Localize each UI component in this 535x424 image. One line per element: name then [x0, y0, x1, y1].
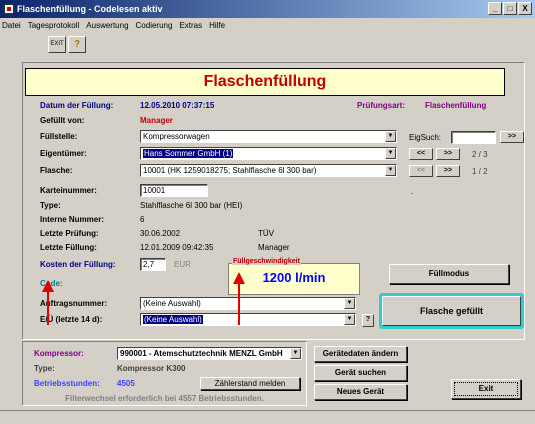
- kompressor-value: 990001 - Atemschutztechnik MENZL GmbH: [120, 349, 283, 358]
- toolbar: EXIT ?: [0, 32, 535, 58]
- letzte-pruefung-label: Letzte Prüfung:: [40, 229, 99, 238]
- auftrag-label: Auftragsnummer:: [40, 299, 108, 308]
- datum-value: 12.05.2010 07:37:15: [140, 101, 215, 110]
- menu-tagesprotokoll[interactable]: Tagesprotokoll: [28, 21, 80, 30]
- exit-button[interactable]: Exit: [451, 379, 521, 399]
- fill-speed-value: 1200 l/min: [262, 270, 326, 285]
- page-title: Flaschenfüllung: [25, 68, 505, 96]
- eu-label: E/Ü (letzte 14 d):: [40, 315, 103, 324]
- auftrag-select[interactable]: (Keine Auswahl) ▼: [140, 297, 356, 310]
- title-bar: Flaschenfüllung - Codelesen aktiv: [0, 0, 535, 18]
- flasche-gefuellt-button[interactable]: Flasche gefüllt: [379, 293, 524, 329]
- help-icon[interactable]: ?: [68, 36, 86, 53]
- karteinummer-input[interactable]: 10001: [140, 184, 208, 197]
- minimize-button[interactable]: _: [488, 2, 502, 15]
- compressor-type-value: Kompressor K300: [117, 364, 186, 373]
- kompressor-select[interactable]: 990001 - Atemschutztechnik MENZL GmbH ▼: [117, 347, 302, 360]
- red-arrow-shaft-2: [238, 283, 240, 325]
- menu-extras[interactable]: Extras: [179, 21, 202, 30]
- type-value: Stahlflasche 6l 300 bar (HEI): [140, 201, 243, 210]
- compressor-type-label: Type:: [34, 364, 55, 373]
- eigsuch-go-button[interactable]: >>: [500, 131, 524, 143]
- menu-datei[interactable]: Datei: [2, 21, 21, 30]
- type-label: Type:: [40, 201, 61, 210]
- kompressor-label: Kompressor:: [34, 349, 84, 358]
- gefuellt-label: Gefüllt von:: [40, 116, 85, 125]
- pruefungsart-value: Flaschenfüllung: [425, 101, 487, 110]
- chevron-down-icon[interactable]: ▼: [385, 148, 396, 159]
- interne-value: 6: [140, 215, 145, 224]
- close-button[interactable]: X: [518, 2, 532, 15]
- menu-codierung[interactable]: Codierung: [136, 21, 173, 30]
- dot-mark: .: [411, 187, 414, 196]
- auftrag-value: (Keine Auswahl): [143, 299, 201, 308]
- window-title: Flaschenfüllung - Codelesen aktiv: [17, 4, 163, 14]
- maximize-button[interactable]: □: [503, 2, 517, 15]
- flasche-counter: 1 / 2: [472, 167, 488, 176]
- eigentuemer-value: Hans Sommer GmbH (1): [143, 149, 234, 158]
- eu-value: (Keine Auswahl): [143, 315, 203, 324]
- fill-speed-label: Füllgeschwindigkeit: [232, 258, 301, 265]
- chevron-down-icon[interactable]: ▼: [290, 348, 301, 359]
- window-controls: _ □ X: [488, 2, 532, 15]
- status-bar: [0, 410, 535, 424]
- eig-next-button[interactable]: >>: [436, 148, 460, 160]
- red-arrow-shaft-1: [47, 291, 49, 325]
- chevron-down-icon[interactable]: ▼: [385, 131, 396, 142]
- exit-toolbar-button[interactable]: EXIT: [48, 36, 66, 53]
- menu-hilfe[interactable]: Hilfe: [209, 21, 225, 30]
- kosten-input[interactable]: 2,7: [140, 258, 166, 271]
- fuellmodus-button[interactable]: Füllmodus: [389, 264, 509, 284]
- fuellstelle-select[interactable]: Kompressorwagen ▼: [140, 130, 397, 143]
- flasche-select[interactable]: 10001 (HK 1259018275; Stahlflasche 6l 30…: [140, 164, 397, 177]
- karteinummer-label: Karteinummer:: [40, 186, 97, 195]
- eig-prev-button[interactable]: <<: [409, 148, 433, 160]
- betrieb-value: 4505: [117, 379, 135, 388]
- kosten-unit: EUR: [174, 260, 191, 269]
- kosten-label: Kosten der Füllung:: [40, 260, 116, 269]
- eig-counter: 2 / 3: [472, 150, 488, 159]
- letzte-fuellung-user: Manager: [258, 243, 290, 252]
- letzte-pruefung-org: TÜV: [258, 229, 274, 238]
- app-icon: [4, 4, 14, 14]
- letzte-fuellung-value: 12.01.2009 09:42:35: [140, 243, 214, 252]
- filter-note: Filterwechsel erforderlich bei 4557 Betr…: [65, 394, 264, 403]
- fuellstelle-label: Füllstelle:: [40, 132, 78, 141]
- chevron-down-icon[interactable]: ▼: [344, 298, 355, 309]
- flasche-gefuellt-label: Flasche gefüllt: [382, 296, 521, 326]
- interne-label: Interne Nummer:: [40, 215, 105, 224]
- betrieb-label: Betriebsstunden:: [34, 379, 100, 388]
- datum-label: Datum der Füllung:: [40, 101, 114, 110]
- fuellstelle-value: Kompressorwagen: [143, 132, 210, 141]
- menu-bar: Datei Tagesprotokoll Auswertung Codierun…: [0, 18, 535, 32]
- eu-select[interactable]: (Keine Auswahl) ▼: [140, 313, 356, 326]
- eu-help-button[interactable]: ?: [362, 314, 374, 327]
- geraet-suchen-button[interactable]: Gerät suchen: [314, 365, 407, 381]
- eigsuch-input[interactable]: [451, 131, 496, 144]
- pruefungsart-label: Prüfungsart:: [357, 101, 405, 110]
- letzte-pruefung-value: 30.06.2002: [140, 229, 181, 238]
- menu-auswertung[interactable]: Auswertung: [86, 21, 128, 30]
- geraetedaten-button[interactable]: Gerätedaten ändern: [314, 346, 407, 362]
- zaehlerstand-button[interactable]: Zählerstand melden: [200, 377, 300, 390]
- flasche-value: 10001 (HK 1259018275; Stahlflasche 6l 30…: [143, 166, 317, 175]
- flasche-label: Flasche:: [40, 166, 73, 175]
- eigentuemer-select[interactable]: Hans Sommer GmbH (1) ▼: [140, 147, 397, 160]
- neues-geraet-button[interactable]: Neues Gerät: [314, 384, 407, 400]
- flasche-prev-button[interactable]: <<: [409, 165, 433, 177]
- letzte-fuellung-label: Letzte Füllung:: [40, 243, 97, 252]
- eigsuch-label: EigSuch:: [409, 133, 442, 142]
- gefuellt-value: Manager: [140, 116, 173, 125]
- eigentuemer-label: Eigentümer:: [40, 149, 87, 158]
- chevron-down-icon[interactable]: ▼: [385, 165, 396, 176]
- flasche-next-button[interactable]: >>: [436, 165, 460, 177]
- chevron-down-icon[interactable]: ▼: [344, 314, 355, 325]
